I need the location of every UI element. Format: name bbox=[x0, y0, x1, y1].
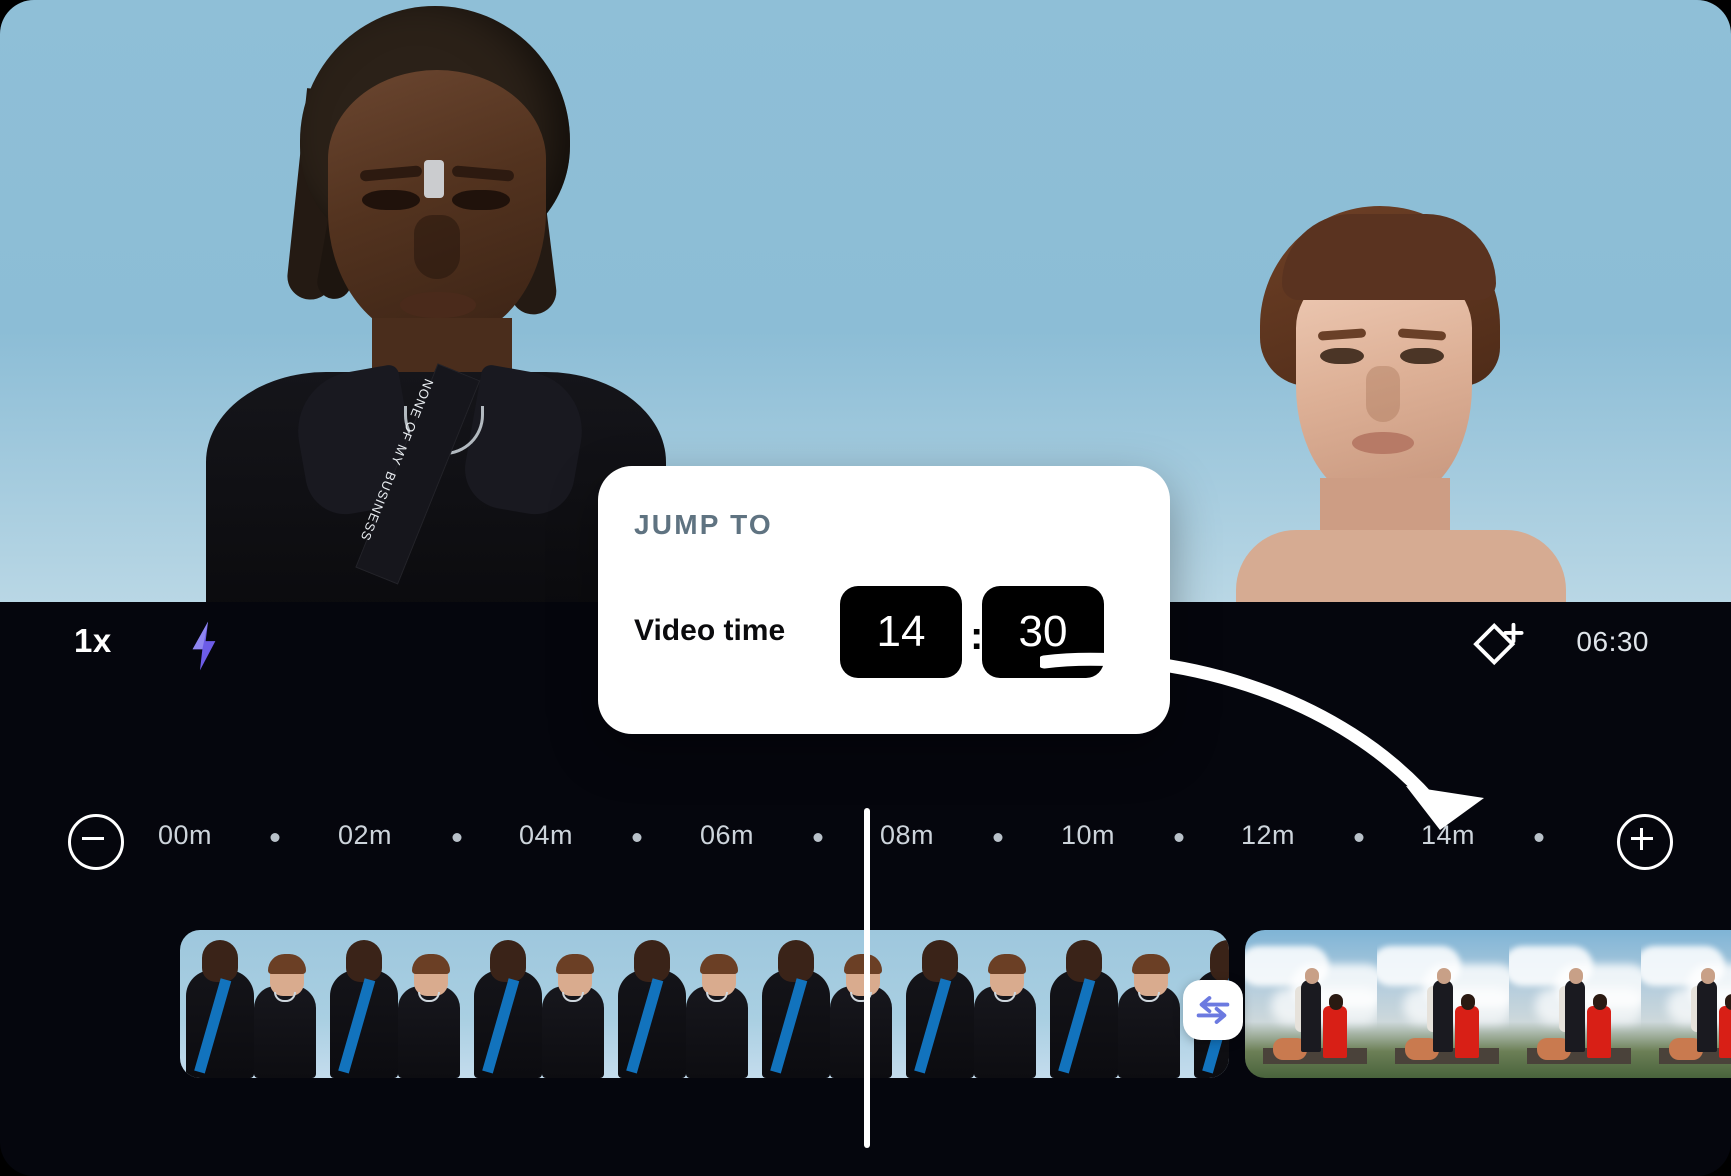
model-left-eye bbox=[452, 190, 510, 210]
ruler-tick-label: 04m bbox=[518, 820, 574, 850]
clip-thumbnail bbox=[468, 930, 612, 1078]
ruler-tick-dot bbox=[1534, 833, 1544, 842]
model-right-eye bbox=[1400, 348, 1444, 364]
swap-arrows-icon[interactable] bbox=[1183, 980, 1243, 1040]
model-right-eye bbox=[1320, 348, 1364, 364]
model-right-shoulders bbox=[1236, 530, 1566, 602]
model-left-lips bbox=[400, 292, 476, 318]
timeline-track-area[interactable] bbox=[0, 808, 1731, 1176]
ruler-tick-dot bbox=[632, 833, 642, 842]
model-right-fringe bbox=[1282, 214, 1496, 300]
clip-thumbnail bbox=[180, 930, 324, 1078]
ruler-tick-label: 06m bbox=[699, 820, 755, 850]
clip-thumbnail bbox=[1245, 930, 1377, 1078]
ruler-tick-label: 00m bbox=[157, 820, 213, 850]
ruler-tick-label: 02m bbox=[337, 820, 393, 850]
timeline-clip[interactable] bbox=[1245, 930, 1731, 1078]
clip-thumbnail bbox=[1509, 930, 1641, 1078]
plus-circle-icon[interactable] bbox=[1617, 814, 1673, 870]
model-left-eye bbox=[362, 190, 420, 210]
video-time-label: Video time bbox=[634, 614, 786, 647]
jump-to-dialog: JUMP TO Video time 14 : 30 bbox=[598, 466, 1170, 734]
minutes-input[interactable]: 30 bbox=[982, 586, 1104, 678]
lightning-bolt-icon[interactable] bbox=[184, 620, 224, 672]
model-left-earring bbox=[424, 160, 444, 198]
clip-thumbnail bbox=[756, 930, 900, 1078]
ruler-tick-label: 08m bbox=[879, 820, 935, 850]
model-right-nose bbox=[1366, 366, 1400, 422]
jump-to-title: JUMP TO bbox=[634, 509, 773, 540]
ruler-tick-dot bbox=[993, 833, 1003, 842]
clip-thumbnail bbox=[1377, 930, 1509, 1078]
clip-thumbnail bbox=[900, 930, 1044, 1078]
timeline-playhead[interactable] bbox=[864, 808, 870, 1148]
video-duration: 06:30 bbox=[1576, 626, 1649, 657]
model-right-lips bbox=[1352, 432, 1414, 454]
hours-input[interactable]: 14 bbox=[840, 586, 962, 678]
video-editor-app: NONE OF MY BUSINESS 1x 06:30 00m 02m 04m… bbox=[0, 0, 1731, 1176]
timeline-clip[interactable] bbox=[180, 930, 1229, 1078]
playback-speed-button[interactable]: 1x bbox=[74, 622, 112, 660]
clip-thumbnail bbox=[612, 930, 756, 1078]
clip-thumbnail bbox=[1641, 930, 1731, 1078]
ruler-tick-label: 12m bbox=[1240, 820, 1296, 850]
ruler-tick-label: 10m bbox=[1060, 820, 1116, 850]
clip-thumbnail bbox=[1044, 930, 1188, 1078]
ruler-tick-dot bbox=[1174, 833, 1184, 842]
ruler-tick-dot bbox=[813, 833, 823, 842]
model-left-nose bbox=[414, 215, 460, 279]
clip-thumbnail bbox=[324, 930, 468, 1078]
minus-circle-icon[interactable] bbox=[68, 814, 124, 870]
ruler-tick-label: 14m bbox=[1420, 820, 1476, 850]
ruler-tick-dot bbox=[452, 833, 462, 842]
add-effect-diamond-icon[interactable] bbox=[1473, 620, 1527, 672]
ruler-tick-dot bbox=[270, 833, 280, 842]
ruler-tick-dot bbox=[1354, 833, 1364, 842]
